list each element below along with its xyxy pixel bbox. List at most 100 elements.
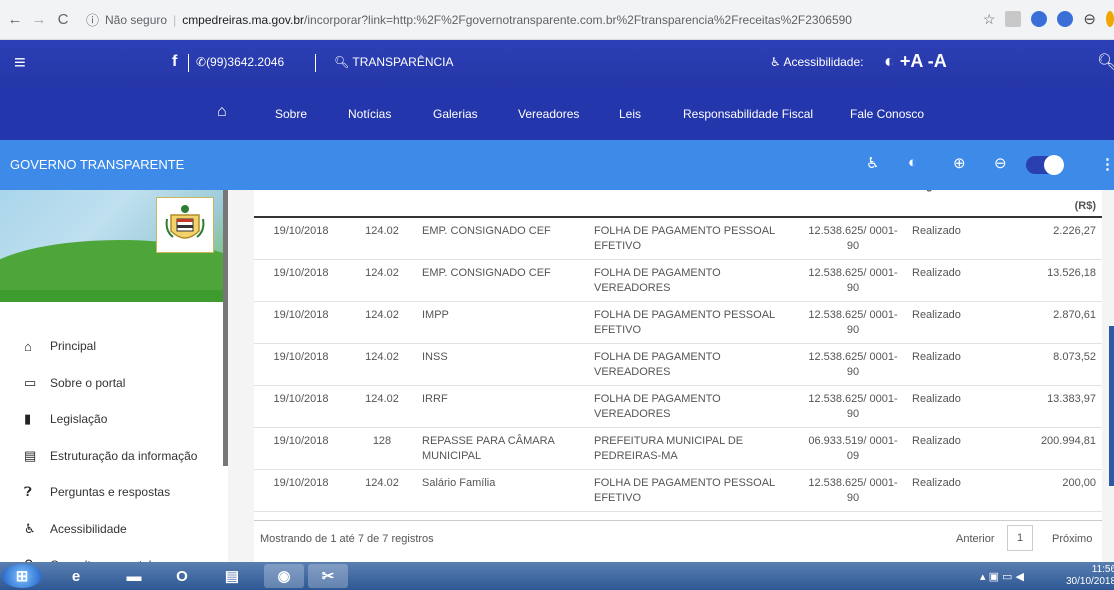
- table-cell: 124.02: [348, 301, 416, 344]
- phone-number: ✆(99)3642.2046: [196, 55, 284, 69]
- table-cell: 06.933.519/ 0001-09: [800, 427, 906, 470]
- file-explorer-icon[interactable]: ▬: [114, 564, 154, 588]
- info-icon[interactable]: ⓘ: [86, 10, 99, 29]
- table-cell: 19/10/2018: [254, 301, 348, 344]
- table-cell: IRRF: [416, 385, 588, 428]
- table-cell: 19/10/2018: [254, 217, 348, 260]
- nav-item-leis[interactable]: Leis: [619, 107, 641, 121]
- table-cell: INSS: [416, 343, 588, 386]
- nav-item-galerias[interactable]: Galerias: [433, 107, 478, 121]
- url-path: /incorporar?link=http:%2F%2Fgovernotrans…: [304, 12, 852, 27]
- table-cell: REPASSE PARA CÂMARA MUNICIPAL: [416, 427, 588, 470]
- table-header-row: Data Subconta Nome da subconta Contribui…: [254, 190, 1102, 218]
- sidebar-item-legislacao[interactable]: ▮ Legislação: [0, 401, 224, 438]
- browser-toolbar: ← → C ⓘ Não seguro | cmpedreiras.ma.gov.…: [0, 0, 1114, 40]
- sidebar-item-label: Estruturação da informação: [50, 448, 198, 463]
- url-separator: |: [173, 12, 177, 27]
- reload-icon[interactable]: C: [54, 11, 72, 28]
- theme-toggle[interactable]: [1026, 155, 1064, 175]
- col-header-subconta[interactable]: Subconta: [348, 190, 416, 218]
- sidebar-item-label: Legislação: [50, 412, 108, 427]
- phone-icon: ✆: [196, 55, 207, 69]
- accessibility-text: Acessibilidade:: [783, 55, 864, 69]
- document-icon[interactable]: ▤: [212, 564, 252, 588]
- nav-item-vereadores[interactable]: Vereadores: [518, 107, 579, 121]
- portal-title: GOVERNO TRANSPARENTE: [10, 157, 185, 172]
- browser-actions: ☆ ⊖: [983, 10, 1114, 28]
- sidebar-item-perguntas[interactable]: ❓︎ Perguntas e respostas: [0, 474, 224, 511]
- snipping-tool-icon[interactable]: ✂: [308, 564, 348, 588]
- banner-stripe: [0, 290, 224, 302]
- extension-icon[interactable]: [1106, 11, 1114, 27]
- nav-item-sobre[interactable]: Sobre: [275, 107, 307, 121]
- table-cell: EMP. CONSIGNADO CEF: [416, 259, 588, 302]
- col-header-contribuinte[interactable]: Contribuinte: [588, 190, 800, 218]
- col-header-registro[interactable]: Registro: [906, 190, 986, 218]
- col-header-cpf-cnpj[interactable]: CPF/CNPJ: [800, 190, 906, 218]
- url-host: cmpedreiras.ma.gov.br: [182, 12, 305, 27]
- table-row: 19/10/2018 124.02 IMPP FOLHA DE PAGAMENTO P…: [254, 301, 1102, 344]
- nav-item-fale-conosco[interactable]: Fale Conosco: [850, 107, 924, 121]
- coat-of-arms-logo: [156, 197, 214, 253]
- zoom-out-icon[interactable]: ⊖: [994, 154, 1007, 172]
- profile-icon[interactable]: ⊖: [1083, 10, 1096, 28]
- toggle-knob: [1044, 155, 1064, 175]
- next-page-button[interactable]: Próximo: [1052, 533, 1092, 545]
- table-cell: FOLHA DE PAGAMENTO VEREADORES: [588, 259, 800, 302]
- font-size-label[interactable]: +A -A: [900, 51, 947, 71]
- forward-arrow-icon[interactable]: →: [30, 11, 48, 28]
- outlook-icon[interactable]: O: [162, 564, 202, 588]
- accessibility-icon[interactable]: ♿︎: [866, 154, 879, 172]
- sidebar-item-acessibilidade[interactable]: ♿︎ Acessibilidade: [0, 511, 224, 548]
- sidebar-item-label: Sobre o portal: [50, 375, 126, 390]
- home-icon: ⌂: [24, 338, 32, 354]
- star-icon[interactable]: ☆: [983, 11, 996, 28]
- table-cell: 128: [348, 427, 416, 470]
- sidebar-item-sobre-o-portal[interactable]: ▭ Sobre o portal: [0, 365, 224, 402]
- more-options-icon[interactable]: ⋮: [1100, 155, 1114, 173]
- contrast-icon[interactable]: ◐: [884, 51, 900, 71]
- menu-icon[interactable]: ≡: [14, 52, 26, 75]
- main-nav: ⌂ Sobre Notícias Galerias Vereadores Lei…: [0, 88, 1114, 140]
- contrast-icon[interactable]: ◐: [908, 154, 917, 171]
- table-cell: 12.538.625/ 0001-90: [800, 343, 906, 386]
- home-icon[interactable]: ⌂: [217, 103, 227, 121]
- table-row: 19/10/2018 124.02 Salário Família FOLHA DE …: [254, 469, 1102, 512]
- page-number-button[interactable]: 1: [1007, 525, 1033, 551]
- sidebar-item-estruturacao[interactable]: ▤ Estruturação da informação: [0, 438, 224, 475]
- table-cell: 8.073,52: [986, 343, 1102, 386]
- table-cell: 12.538.625/ 0001-90: [800, 217, 906, 260]
- extension-icon[interactable]: [1031, 11, 1048, 27]
- clock-time: 11:56: [1091, 564, 1114, 575]
- nav-item-responsabilidade-fiscal[interactable]: Responsabilidade Fiscal: [683, 107, 813, 121]
- col-header-data[interactable]: Data: [254, 190, 348, 218]
- internet-explorer-icon[interactable]: e: [56, 564, 96, 588]
- transparency-link[interactable]: 🔍︎ TRANSPARÊNCIA: [334, 55, 454, 69]
- facebook-icon[interactable]: f: [172, 53, 177, 71]
- table-cell: 124.02: [348, 259, 416, 302]
- col-header-valor-label: (R$): [1074, 200, 1096, 212]
- nav-item-noticias[interactable]: Notícias: [348, 107, 391, 121]
- transparency-label: TRANSPARÊNCIA: [352, 55, 454, 69]
- extension-icon[interactable]: [1005, 11, 1022, 27]
- search-icon[interactable]: 🔍︎: [1097, 52, 1114, 72]
- col-header-valor[interactable]: (R$): [986, 190, 1102, 218]
- clock[interactable]: 11:56 30/10/2018: [1066, 564, 1114, 588]
- table-cell: FOLHA DE PAGAMENTO VEREADORES: [588, 343, 800, 386]
- zoom-in-icon[interactable]: ⊕: [953, 154, 966, 172]
- back-arrow-icon[interactable]: ←: [6, 11, 24, 28]
- extension-icon[interactable]: [1057, 11, 1074, 27]
- table-cell: 19/10/2018: [254, 385, 348, 428]
- chrome-icon[interactable]: ◉: [264, 564, 304, 588]
- table-cell: Realizado: [906, 217, 986, 260]
- col-header-nome-subconta[interactable]: Nome da subconta: [416, 190, 588, 218]
- sidebar-item-principal[interactable]: ⌂ Principal: [0, 328, 224, 365]
- address-bar[interactable]: cmpedreiras.ma.gov.br/incorporar?link=ht…: [182, 13, 852, 27]
- previous-page-button[interactable]: Anterior: [956, 533, 995, 545]
- phone-text: (99)3642.2046: [206, 55, 285, 69]
- start-button-icon[interactable]: ⊞: [2, 564, 42, 588]
- system-tray[interactable]: ▴ ▣ ▭ ◀: [980, 570, 1024, 583]
- table-row: 19/10/2018 124.02 EMP. CONSIGNADO CEF FOLHA…: [254, 217, 1102, 260]
- font-size-controls[interactable]: ◐ +A -A: [884, 51, 947, 72]
- table-cell: 200.994,81: [986, 427, 1102, 470]
